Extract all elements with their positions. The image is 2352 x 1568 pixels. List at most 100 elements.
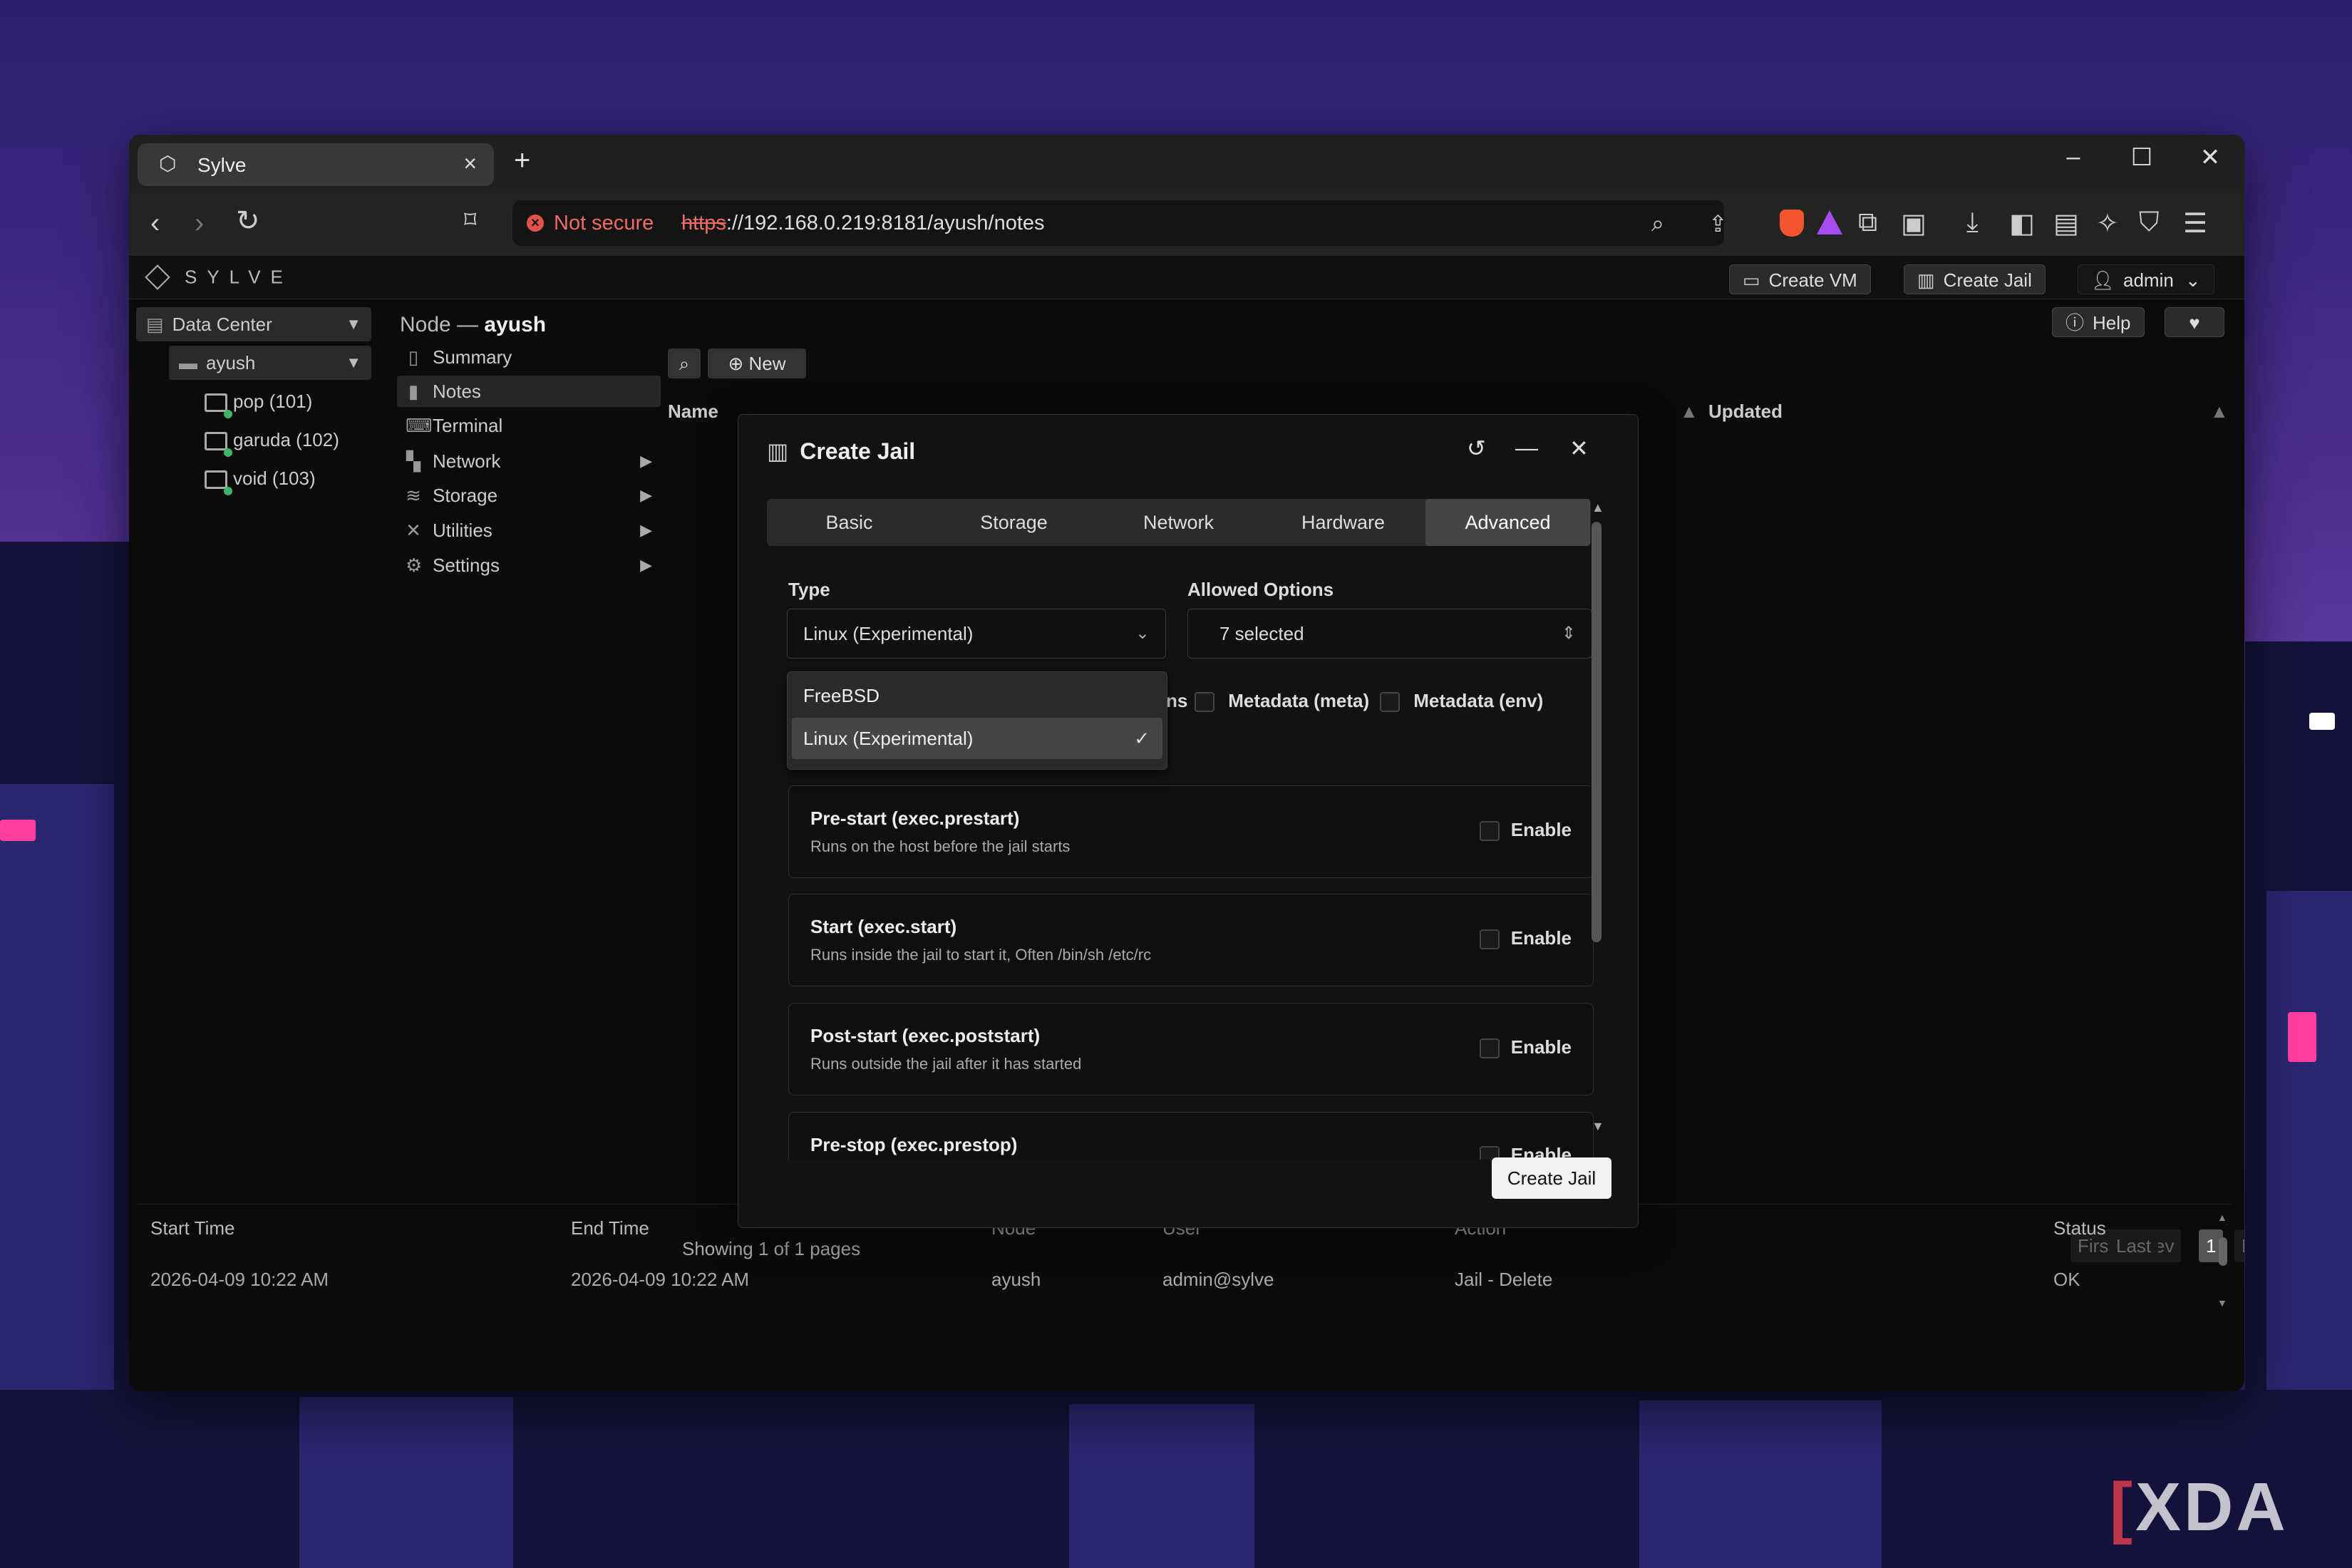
tab-network[interactable]: Network: [1096, 499, 1261, 546]
checkbox[interactable]: [1479, 821, 1500, 842]
tab-basic[interactable]: Basic: [767, 499, 932, 546]
checkbox[interactable]: [1380, 692, 1400, 713]
brave-rewards-icon[interactable]: [1817, 210, 1842, 234]
scroll-thumb[interactable]: [1592, 522, 1601, 942]
hook-enable-toggle[interactable]: Enable: [1479, 1036, 1572, 1059]
reader-icon[interactable]: ▣: [1901, 207, 1927, 239]
close-modal-icon[interactable]: ✕: [1569, 435, 1589, 462]
search-button[interactable]: ⌕: [668, 349, 701, 378]
new-tab-icon[interactable]: +: [514, 145, 530, 177]
tab-advanced[interactable]: Advanced: [1425, 499, 1590, 546]
type-option-freebsd[interactable]: FreeBSD: [792, 675, 1162, 716]
scroll-thumb[interactable]: [2219, 1237, 2227, 1266]
sidebar-icon[interactable]: ◧: [2009, 207, 2035, 239]
reload-icon[interactable]: ↻: [236, 205, 260, 237]
scroll-down-icon[interactable]: ▼: [2217, 1297, 2227, 1309]
back-icon[interactable]: ‹: [150, 207, 160, 239]
sort-icon[interactable]: ▲: [2210, 391, 2229, 431]
enable-label: Enable: [1510, 927, 1572, 949]
forward-icon[interactable]: ›: [195, 207, 204, 239]
create-vm-button[interactable]: ▭ Create VM: [1729, 264, 1871, 294]
option-metadata-meta[interactable]: Metadata (meta): [1195, 690, 1370, 713]
caret-right-icon: ▶: [640, 452, 652, 470]
enable-label: Enable: [1510, 1036, 1572, 1058]
log-cell: ayush: [991, 1269, 1041, 1290]
allowed-options-select[interactable]: 7 selected ⇕: [1187, 609, 1592, 659]
browser-tab[interactable]: ⬡ Sylve ×: [138, 143, 494, 186]
address-bar[interactable]: × Not secure https://192.168.0.219:8181/…: [512, 200, 1842, 246]
hook-enable-toggle[interactable]: Enable: [1479, 927, 1572, 950]
option-label: Metadata (meta): [1228, 690, 1370, 711]
bookmark-icon[interactable]: ⌑: [464, 206, 476, 234]
tools-icon: ✕: [406, 520, 421, 541]
zoom-icon[interactable]: ⌕: [1651, 210, 1664, 237]
nav-notes[interactable]: ▮ Notes: [397, 376, 661, 407]
vpn-icon[interactable]: ⛉: [2139, 207, 2160, 238]
checkbox[interactable]: [1479, 1038, 1500, 1059]
notes-icon: ▮: [408, 381, 419, 402]
log-scrollbar[interactable]: ▲ ▼: [2217, 1212, 2229, 1311]
tab-hardware[interactable]: Hardware: [1261, 499, 1425, 546]
scroll-down-icon[interactable]: ▼: [1592, 1119, 1604, 1134]
warning-icon: ×: [527, 215, 544, 232]
new-note-button[interactable]: ⊕ New: [708, 349, 806, 378]
log-cell: Jail - Delete: [1455, 1269, 1553, 1290]
type-option-linux[interactable]: Linux (Experimental) ✓: [792, 718, 1162, 759]
tree-node-ayush[interactable]: ▬ ayush ▼: [169, 346, 371, 380]
nav-utilities[interactable]: ✕ Utilities ▶: [397, 515, 661, 546]
leo-icon[interactable]: ✧: [2096, 207, 2119, 239]
brave-shields-icon[interactable]: [1780, 210, 1804, 237]
tab-storage[interactable]: Storage: [932, 499, 1096, 546]
not-secure-label[interactable]: Not secure: [554, 212, 654, 235]
checkbox[interactable]: [1195, 692, 1214, 713]
log-header[interactable]: Start Time: [150, 1217, 234, 1239]
server-rack-icon: ▤: [146, 314, 164, 335]
extensions-icon[interactable]: ⧉: [1858, 207, 1877, 238]
column-name[interactable]: Name: [668, 391, 718, 431]
nav-settings[interactable]: ⚙ Settings ▶: [397, 550, 661, 581]
maximize-icon[interactable]: ☐: [2120, 143, 2163, 172]
type-select[interactable]: Linux (Experimental) ⌄: [787, 609, 1166, 659]
page-next[interactable]: Next: [2234, 1229, 2244, 1262]
database-icon: ≋: [406, 485, 421, 506]
create-jail-header-button[interactable]: ▥ Create Jail: [1904, 264, 2046, 294]
scroll-up-icon[interactable]: ▲: [1592, 500, 1604, 515]
type-select-value: Linux (Experimental): [803, 623, 974, 644]
nav-terminal[interactable]: ⌨Terminal: [397, 410, 661, 441]
minimize-icon[interactable]: –: [2052, 143, 2095, 171]
modal-scrollbar[interactable]: ▲ ▼: [1589, 499, 1606, 1140]
tree-vm[interactable]: garuda (102): [205, 423, 339, 458]
menu-icon[interactable]: ☰: [2183, 207, 2207, 239]
hook-enable-toggle[interactable]: Enable: [1479, 819, 1572, 842]
user-menu[interactable]: 👤︎ admin ⌄: [2078, 264, 2214, 294]
log-header[interactable]: End Time: [571, 1217, 649, 1239]
tree-datacenter[interactable]: ▤ Data Center ▼: [136, 307, 371, 341]
tab-title: Sylve: [197, 154, 247, 176]
close-tab-icon[interactable]: ×: [463, 150, 477, 177]
nav-label: Notes: [433, 381, 481, 402]
download-icon[interactable]: ⤓: [1966, 207, 1979, 238]
tree-vm[interactable]: pop (101): [205, 384, 312, 419]
nav-label: Settings: [433, 555, 500, 576]
scroll-up-icon[interactable]: ▲: [2217, 1212, 2227, 1223]
help-button[interactable]: ⓘ Help: [2052, 307, 2145, 337]
url-text[interactable]: https://192.168.0.219:8181/ayush/notes: [681, 212, 1045, 235]
column-updated[interactable]: Updated: [1708, 391, 1783, 431]
nav-storage[interactable]: ≋ Storage ▶: [397, 480, 661, 511]
minimize-modal-icon[interactable]: —: [1515, 435, 1538, 461]
sort-icon[interactable]: ▲: [1680, 391, 1698, 431]
nav-summary[interactable]: ▯ Summary: [397, 341, 661, 373]
reset-icon[interactable]: ↺: [1467, 435, 1486, 462]
nav-network[interactable]: ▚ Network ▶: [397, 445, 661, 477]
close-window-icon[interactable]: ✕: [2189, 143, 2232, 172]
donate-button[interactable]: ♥: [2165, 307, 2224, 337]
log-header[interactable]: Status: [2053, 1217, 2106, 1239]
wallet-icon[interactable]: ▤: [2053, 207, 2079, 239]
neon-light: [2309, 713, 2335, 730]
share-icon[interactable]: ⇪: [1708, 210, 1728, 237]
option-metadata-env[interactable]: Metadata (env): [1380, 690, 1543, 713]
tree-vm[interactable]: void (103): [205, 461, 316, 496]
checkbox[interactable]: [1479, 929, 1500, 950]
create-jail-button[interactable]: Create Jail: [1492, 1157, 1611, 1199]
enable-label: Enable: [1510, 819, 1572, 840]
